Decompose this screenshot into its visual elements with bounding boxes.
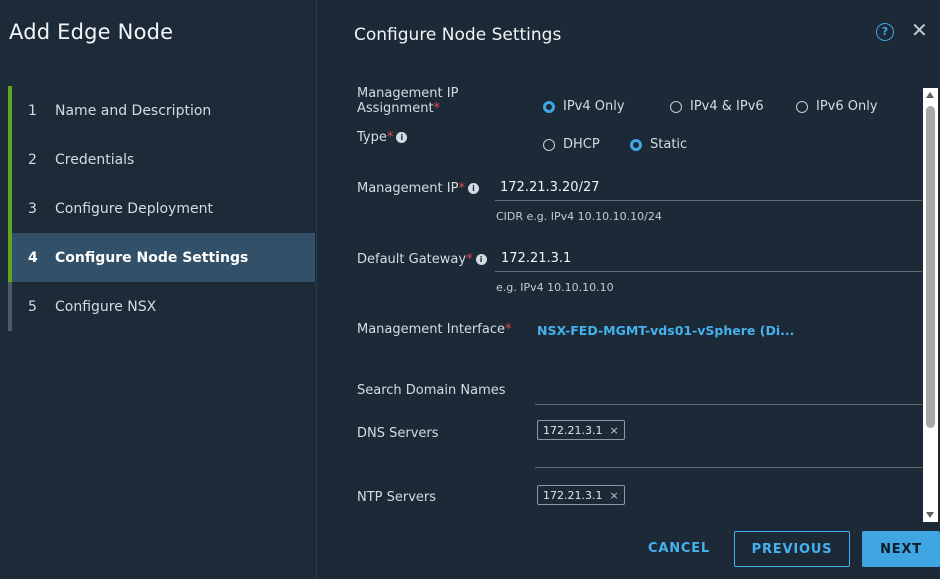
remove-tag-icon[interactable]: ×: [609, 489, 618, 502]
step-progress-bar: [8, 86, 12, 135]
form-scrollbar[interactable]: [923, 88, 938, 522]
remove-tag-icon[interactable]: ×: [609, 424, 618, 437]
radio-label: IPv4 & IPv6: [690, 99, 764, 114]
next-button[interactable]: NEXT: [862, 531, 940, 567]
step-configure-deployment[interactable]: 3 Configure Deployment: [8, 184, 315, 233]
radio-unselected-icon: [543, 138, 555, 151]
step-configure-nsx[interactable]: 5 Configure NSX: [8, 282, 315, 331]
step-label: Configure Node Settings: [55, 249, 249, 266]
wizard-title: Add Edge Node: [9, 20, 174, 44]
step-progress-bar: [8, 184, 12, 233]
step-label: Name and Description: [55, 102, 212, 119]
scroll-up-arrow-icon[interactable]: [926, 92, 934, 98]
mgmt-interface-select[interactable]: NSX-FED-MGMT-vds01-vSphere (Di...: [537, 323, 794, 338]
help-icon[interactable]: ?: [876, 23, 894, 41]
label-text: Management IP: [357, 181, 459, 196]
wizard-steps: 1 Name and Description 2 Credentials 3 C…: [8, 86, 315, 331]
radio-unselected-icon: [670, 100, 682, 113]
mgmt-ip-assignment-label: Management IP Assignment*: [357, 86, 458, 116]
step-progress-bar: [8, 233, 12, 282]
required-mark: *: [466, 252, 473, 267]
step-label: Configure Deployment: [55, 200, 213, 217]
radio-label: DHCP: [563, 137, 600, 152]
mgmt-ip-underline: [495, 200, 922, 201]
step-progress-bar: [8, 282, 12, 331]
default-gateway-input[interactable]: 172.21.3.1: [501, 251, 571, 266]
label-line: Assignment*: [357, 101, 458, 116]
required-mark: *: [433, 101, 441, 116]
step-configure-node-settings[interactable]: 4 Configure Node Settings: [8, 233, 315, 282]
radio-selected-icon: [543, 100, 555, 113]
info-icon[interactable]: i: [396, 132, 408, 143]
step-name-and-description[interactable]: 1 Name and Description: [8, 86, 315, 135]
radio-label: Static: [650, 137, 688, 152]
step-number: 3: [28, 200, 37, 217]
info-icon[interactable]: i: [467, 183, 479, 194]
label-text: Management Interface: [357, 322, 505, 337]
default-gateway-underline: [495, 271, 922, 272]
ntp-servers-label: NTP Servers: [357, 490, 437, 505]
step-credentials[interactable]: 2 Credentials: [8, 135, 315, 184]
radio-selected-icon: [630, 138, 642, 151]
step-label: Configure NSX: [55, 298, 157, 315]
label-text: Default Gateway: [357, 252, 467, 267]
label-text: Type: [357, 130, 387, 145]
ntp-server-tag: 172.21.3.1 ×: [537, 485, 625, 505]
step-number: 2: [28, 151, 37, 168]
radio-ipv4-only[interactable]: IPv4 Only: [543, 99, 625, 114]
search-domain-underline: [535, 404, 922, 405]
required-mark: *: [504, 322, 512, 337]
tag-text: 172.21.3.1: [543, 423, 603, 437]
search-domain-input[interactable]: [537, 383, 917, 401]
radio-static[interactable]: Static: [630, 137, 687, 152]
panel-title: Configure Node Settings: [354, 25, 562, 45]
step-label: Credentials: [55, 151, 135, 168]
dns-server-tag: 172.21.3.1 ×: [537, 420, 625, 440]
scroll-thumb[interactable]: [926, 106, 935, 428]
required-mark: *: [386, 130, 394, 145]
label-line: Management IP: [357, 86, 459, 101]
required-mark: *: [458, 181, 465, 196]
mgmt-ip-label: Management IP* i: [357, 181, 479, 196]
cancel-button[interactable]: CANCEL: [643, 530, 715, 566]
radio-label: IPv6 Only: [816, 99, 878, 114]
step-number: 1: [28, 102, 37, 119]
default-gateway-label: Default Gateway* i: [357, 252, 487, 267]
previous-button[interactable]: PREVIOUS: [734, 531, 850, 567]
radio-label: IPv4 Only: [563, 99, 625, 114]
tag-text: 172.21.3.1: [543, 488, 603, 502]
radio-ipv4-ipv6[interactable]: IPv4 & IPv6: [670, 99, 764, 114]
settings-panel: Configure Node Settings ? ✕ Management I…: [317, 0, 940, 579]
scroll-down-arrow-icon[interactable]: [926, 512, 934, 518]
radio-ipv6-only[interactable]: IPv6 Only: [796, 99, 878, 114]
dns-servers-label: DNS Servers: [357, 426, 439, 441]
default-gateway-hint: e.g. IPv4 10.10.10.10: [496, 281, 614, 294]
info-icon[interactable]: i: [475, 254, 487, 265]
label-text: Assignment: [357, 101, 434, 116]
radio-dhcp[interactable]: DHCP: [543, 137, 600, 152]
type-label: Type* i: [357, 130, 408, 145]
step-number: 5: [28, 298, 37, 315]
dns-servers-underline: [535, 467, 922, 468]
wizard-sidebar: Add Edge Node 1 Name and Description 2 C…: [0, 0, 316, 579]
search-domain-label: Search Domain Names: [357, 383, 506, 398]
mgmt-ip-hint: CIDR e.g. IPv4 10.10.10.10/24: [496, 210, 662, 223]
step-progress-bar: [8, 135, 12, 184]
step-number: 4: [28, 249, 38, 266]
radio-unselected-icon: [796, 100, 808, 113]
mgmt-ip-input[interactable]: 172.21.3.20/27: [500, 180, 600, 195]
mgmt-interface-label: Management Interface*: [357, 322, 511, 337]
close-icon[interactable]: ✕: [911, 20, 928, 40]
